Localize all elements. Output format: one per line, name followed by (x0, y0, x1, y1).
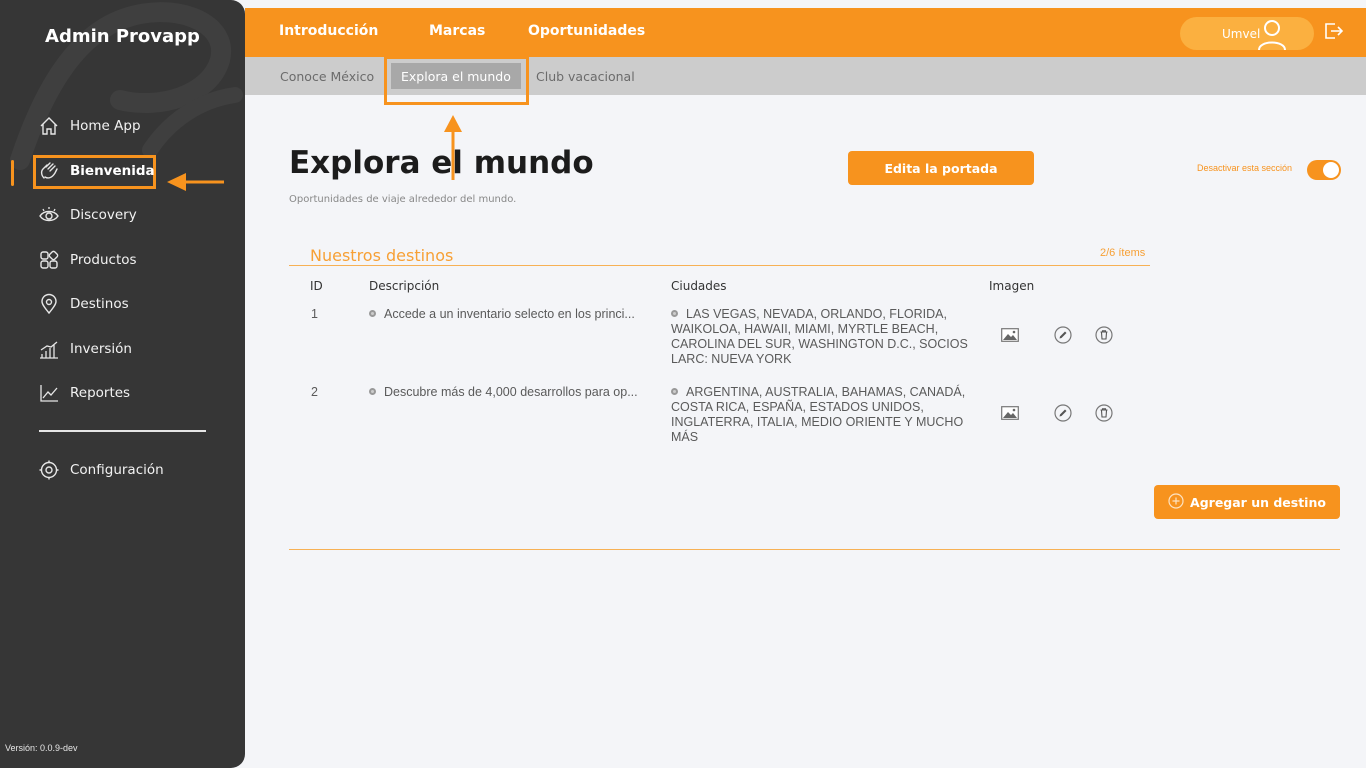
content-divider (289, 549, 1340, 550)
row-description: Descubre más de 4,000 desarrollos para o… (369, 385, 645, 400)
logout-icon[interactable] (1322, 20, 1344, 47)
row-description-text: Descubre más de 4,000 desarrollos para o… (384, 385, 638, 399)
version-label: Versión: 0.0.9-dev (5, 743, 78, 753)
column-header-ciudades: Ciudades (671, 279, 727, 293)
tab-introduccion[interactable]: Introducción (279, 23, 378, 39)
top-navigation: Introducción Marcas Oportunidades Umvel (245, 8, 1366, 64)
row-cities: LAS VEGAS, NEVADA, ORLANDO, FLORIDA, WAI… (671, 307, 971, 367)
app-root: Admin Provapp Home App Bienvenida Discov… (0, 0, 1366, 768)
brand-title: Admin Provapp (45, 26, 200, 47)
annotation-highlight-box (384, 56, 529, 105)
sidebar-item-label: Destinos (70, 296, 129, 312)
sidebar-item-label: Inversión (70, 341, 132, 357)
row-cities-text: LAS VEGAS, NEVADA, ORLANDO, FLORIDA, WAI… (671, 307, 968, 366)
trash-icon[interactable] (1094, 403, 1114, 423)
waving-hand-icon (38, 160, 60, 182)
sidebar-divider (39, 430, 206, 432)
home-icon (38, 115, 60, 137)
sidebar: Admin Provapp Home App Bienvenida Discov… (0, 0, 245, 768)
row-id: 2 (311, 385, 318, 399)
tab-marcas[interactable]: Marcas (429, 23, 485, 39)
line-chart-icon (38, 382, 60, 404)
edit-icon[interactable] (1053, 325, 1073, 345)
add-destination-label: Agregar un destino (1190, 494, 1326, 510)
column-header-descripcion: Descripción (369, 279, 440, 293)
user-icon (1256, 18, 1288, 55)
page-subtitle: Oportunidades de viaje alrededor del mun… (289, 194, 517, 205)
sidebar-item-label: Reportes (70, 385, 131, 401)
image-icon[interactable] (1000, 325, 1020, 345)
bar-chart-icon (38, 338, 60, 360)
image-icon[interactable] (1000, 403, 1020, 423)
items-count: 2/6 ítems (1100, 247, 1146, 259)
toggle-knob (1323, 162, 1339, 178)
row-cities: ARGENTINA, AUSTRALIA, BAHAMAS, CANADÁ, C… (671, 385, 971, 445)
row-cities-text: ARGENTINA, AUSTRALIA, BAHAMAS, CANADÁ, C… (671, 385, 966, 444)
location-pin-icon (38, 293, 60, 315)
section-title: Nuestros destinos (310, 246, 454, 265)
sidebar-item-productos[interactable]: Productos (38, 247, 137, 273)
sidebar-item-reportes[interactable]: Reportes (38, 380, 130, 406)
sidebar-item-inversion[interactable]: Inversión (38, 336, 132, 362)
sidebar-item-home-app[interactable]: Home App (38, 113, 141, 139)
active-indicator (11, 160, 14, 186)
tab-oportunidades[interactable]: Oportunidades (528, 23, 645, 39)
column-header-imagen: Imagen (989, 279, 1035, 293)
user-menu[interactable]: Umvel (1180, 17, 1314, 51)
eye-icon (38, 204, 60, 226)
column-header-id: ID (310, 279, 323, 293)
sidebar-item-destinos[interactable]: Destinos (38, 291, 129, 317)
subtab-club-vacacional[interactable]: Club vacacional (536, 69, 635, 84)
gear-icon (38, 459, 60, 481)
plus-circle-icon (1168, 492, 1184, 512)
row-description-text: Accede a un inventario selecto en los pr… (384, 307, 635, 321)
row-id: 1 (311, 307, 318, 321)
bullet-icon (369, 388, 376, 395)
sidebar-item-label: Bienvenida (70, 163, 155, 179)
subtab-conoce-mexico[interactable]: Conoce México (280, 69, 374, 84)
section-divider (289, 265, 1150, 266)
trash-icon[interactable] (1094, 325, 1114, 345)
bullet-icon (369, 310, 376, 317)
edit-cover-button[interactable]: Edita la portada (848, 151, 1034, 185)
sidebar-item-configuracion[interactable]: Configuración (38, 457, 164, 483)
add-destination-button[interactable]: Agregar un destino (1154, 485, 1340, 519)
user-name: Umvel (1222, 27, 1261, 41)
sidebar-item-label: Productos (70, 252, 137, 268)
row-description: Accede a un inventario selecto en los pr… (369, 307, 645, 322)
sidebar-item-label: Discovery (70, 207, 137, 223)
sidebar-item-label: Configuración (70, 462, 164, 478)
sidebar-item-discovery[interactable]: Discovery (38, 202, 137, 228)
bullet-icon (671, 388, 678, 395)
sidebar-item-label: Home App (70, 118, 141, 134)
edit-icon[interactable] (1053, 403, 1073, 423)
section-toggle[interactable] (1307, 160, 1341, 180)
page-title: Explora el mundo (289, 145, 594, 181)
sidebar-item-bienvenida[interactable]: Bienvenida (38, 158, 155, 184)
grid-icon (38, 249, 60, 271)
bullet-icon (671, 310, 678, 317)
toggle-label: Desactivar esta sección (1197, 163, 1293, 173)
